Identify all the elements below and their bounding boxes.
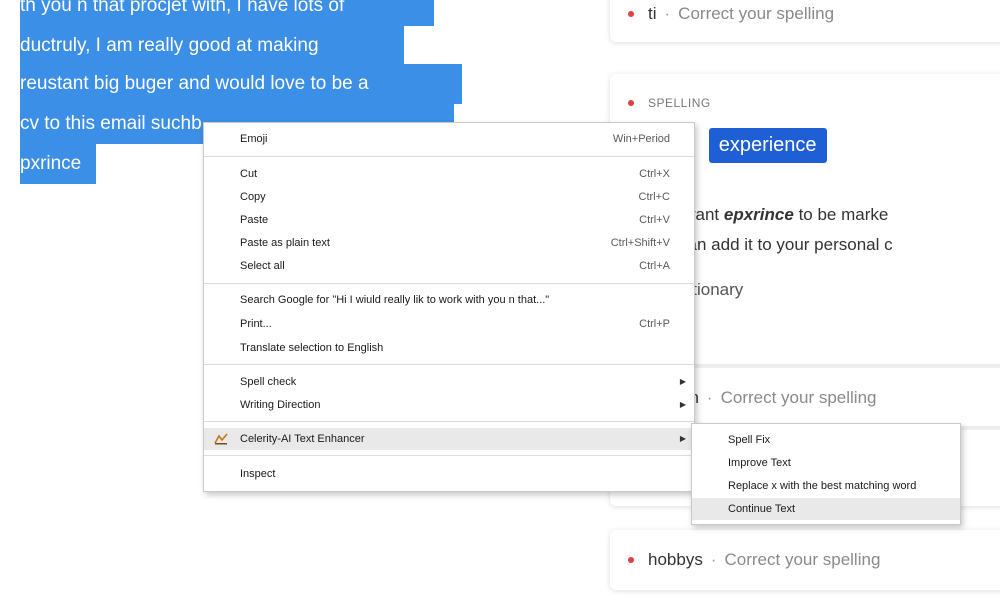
context-menu: Emoji Win+Period Cut Ctrl+X Copy Ctrl+C …	[203, 122, 695, 492]
menu-item-label: Search Google for "Hi I wiuld really lik…	[240, 294, 549, 306]
submenu-item-improve-text[interactable]: Improve Text	[692, 452, 960, 474]
menu-item-shortcut: Ctrl+V	[639, 209, 670, 231]
menu-item-copy[interactable]: Copy Ctrl+C	[204, 186, 694, 208]
menu-item-shortcut: Ctrl+X	[639, 163, 670, 185]
menu-item-label: Inspect	[240, 468, 275, 480]
separator: ·	[707, 388, 713, 408]
suggested-correction-button[interactable]: experience	[709, 128, 827, 163]
error-dot-icon	[628, 557, 634, 563]
menu-item-label: Select all	[240, 260, 285, 272]
suggestion-row: ti · Correct your spelling	[628, 4, 834, 24]
selected-text-line[interactable]: pxrince	[20, 144, 96, 184]
menu-item-writing-direction[interactable]: Writing Direction ▶	[204, 394, 694, 416]
menu-item-label: Writing Direction	[240, 399, 321, 411]
chevron-right-icon: ▶	[680, 371, 686, 393]
menu-divider	[204, 455, 694, 456]
menu-item-spell-check[interactable]: Spell check ▶	[204, 371, 694, 393]
menu-item-shortcut: Win+Period	[613, 128, 670, 150]
category-label: SPELLING	[628, 96, 711, 110]
celerity-submenu: Spell Fix Improve Text Replace x with th…	[691, 423, 961, 525]
suggestion-hint: Correct your spelling	[721, 388, 877, 408]
menu-item-label: Paste	[240, 214, 268, 226]
menu-item-inspect[interactable]: Inspect	[204, 463, 694, 485]
error-dot-icon	[628, 11, 634, 17]
menu-item-shortcut: Ctrl+P	[639, 313, 670, 335]
menu-item-label: Celerity-AI Text Enhancer	[240, 433, 365, 445]
explanation-suffix: to be marke	[799, 205, 889, 224]
selected-text-line[interactable]: reustant big buger and would love to be …	[20, 64, 462, 104]
suggestion-word: hobbys	[648, 550, 703, 570]
suggestion-card-ti[interactable]: ti · Correct your spelling	[610, 0, 1000, 42]
explanation-word: epxrince	[724, 205, 794, 224]
menu-item-emoji[interactable]: Emoji Win+Period	[204, 128, 694, 150]
suggestion-hint: Correct your spelling	[725, 550, 881, 570]
menu-item-paste-plain[interactable]: Paste as plain text Ctrl+Shift+V	[204, 232, 694, 254]
error-dot-icon	[628, 100, 634, 106]
menu-divider	[204, 421, 694, 422]
menu-item-translate[interactable]: Translate selection to English	[204, 337, 694, 359]
menu-item-label: Spell check	[240, 376, 296, 388]
menu-divider	[204, 283, 694, 284]
suggestion-word: ti	[648, 4, 657, 24]
menu-item-label: Paste as plain text	[240, 237, 330, 249]
celerity-extension-icon	[214, 433, 228, 445]
menu-item-paste[interactable]: Paste Ctrl+V	[204, 209, 694, 231]
menu-divider	[204, 156, 694, 157]
menu-item-shortcut: Ctrl+Shift+V	[611, 232, 670, 254]
menu-item-cut[interactable]: Cut Ctrl+X	[204, 163, 694, 185]
submenu-item-spell-fix[interactable]: Spell Fix	[692, 429, 960, 451]
menu-item-label: Print...	[240, 318, 272, 330]
separator: ·	[711, 550, 717, 570]
category-text: SPELLING	[648, 96, 711, 110]
menu-item-shortcut: Ctrl+C	[639, 186, 670, 208]
submenu-item-replace-word[interactable]: Replace x with the best matching word	[692, 475, 960, 497]
selected-text-line[interactable]: ductruly, I am really good at making	[20, 26, 404, 66]
chevron-right-icon: ▶	[680, 394, 686, 416]
menu-item-label: Translate selection to English	[240, 342, 383, 354]
menu-item-label: Emoji	[240, 133, 268, 145]
menu-item-shortcut: Ctrl+A	[639, 255, 670, 277]
separator: ·	[665, 4, 671, 24]
suggestion-card-hobbys[interactable]: hobbys · Correct your spelling	[610, 530, 1000, 590]
menu-item-search-google[interactable]: Search Google for "Hi I wiuld really lik…	[204, 289, 694, 311]
menu-item-select-all[interactable]: Select all Ctrl+A	[204, 255, 694, 277]
chevron-right-icon: ▶	[680, 428, 686, 450]
menu-item-label: Copy	[240, 191, 266, 203]
menu-item-celerity-ai[interactable]: Celerity-AI Text Enhancer ▶	[204, 428, 694, 450]
suggestion-row: en · Correct your spelling	[680, 388, 877, 408]
menu-item-print[interactable]: Print... Ctrl+P	[204, 313, 694, 335]
suggestion-hint: Correct your spelling	[678, 4, 834, 24]
menu-item-label: Cut	[240, 168, 257, 180]
menu-divider	[204, 364, 694, 365]
suggestion-row: hobbys · Correct your spelling	[628, 550, 880, 570]
selected-text-line[interactable]: th you n that procjet with, I have lots …	[20, 0, 434, 26]
submenu-item-continue-text[interactable]: Continue Text	[692, 498, 960, 520]
